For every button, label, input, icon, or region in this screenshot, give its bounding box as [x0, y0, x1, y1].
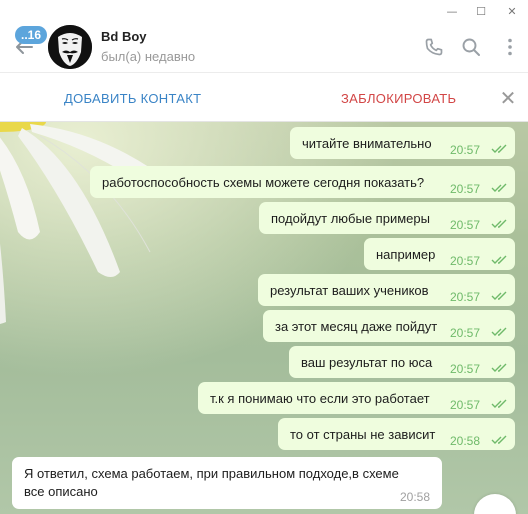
phone-icon: [425, 38, 443, 56]
message-time: 20:57: [450, 362, 481, 376]
double-check-icon: [491, 255, 507, 264]
call-button[interactable]: [422, 35, 446, 59]
message-time: 20:57: [450, 254, 481, 268]
double-check-icon: [491, 183, 507, 192]
message-text: например: [376, 247, 436, 262]
message-bubble[interactable]: т.к я понимаю что если это работает 20:5…: [198, 382, 515, 414]
contact-name[interactable]: Bd Boy: [101, 29, 147, 44]
contact-status: был(а) недавно: [101, 49, 196, 64]
maximize-button[interactable]: ☐: [467, 0, 495, 22]
message-time: 20:57: [450, 326, 481, 340]
message-text: за этот месяц даже пойдут: [275, 319, 438, 334]
message-time: 20:58: [450, 434, 481, 448]
incoming-message-bubble[interactable]: Я ответил, схема работаем, при правильно…: [12, 457, 442, 509]
double-check-icon: [491, 435, 507, 444]
message-bubble[interactable]: за этот месяц даже пойдут 20:57: [263, 310, 515, 342]
block-user-button[interactable]: ЗАБЛОКИРОВАТЬ: [341, 91, 456, 106]
message-time: 20:57: [450, 182, 481, 196]
message-text-line-1: Я ответил, схема работаем, при правильно…: [24, 466, 399, 481]
chat-area[interactable]: читайте внимательно 20:57 работоспособно…: [0, 122, 528, 514]
double-check-icon: [491, 144, 507, 153]
message-time: 20:57: [450, 290, 481, 304]
message-text-line-2: все описано: [24, 484, 98, 499]
search-icon: [462, 38, 480, 56]
message-time: 20:58: [400, 490, 431, 504]
double-check-icon: [491, 399, 507, 408]
more-vertical-icon: [508, 38, 512, 56]
message-time: 20:57: [450, 218, 481, 232]
close-action-bar-button[interactable]: ✕: [496, 86, 520, 110]
message-bubble[interactable]: читайте внимательно 20:57: [290, 127, 515, 159]
more-button[interactable]: [498, 35, 522, 59]
double-check-icon: [491, 219, 507, 228]
double-check-icon: [491, 327, 507, 336]
minimize-button[interactable]: —: [438, 0, 466, 22]
message-time: 20:57: [450, 143, 481, 157]
window-titlebar: — ☐ ✕: [0, 0, 528, 22]
double-check-icon: [491, 363, 507, 372]
add-contact-button[interactable]: ДОБАВИТЬ КОНТАКТ: [64, 91, 201, 106]
mask-avatar-icon: [48, 25, 92, 69]
chat-header: ..16 Bd Boy был(а) недавно: [0, 22, 528, 72]
message-bubble[interactable]: подойдут любые примеры 20:57: [259, 202, 515, 234]
double-check-icon: [491, 291, 507, 300]
message-bubble[interactable]: то от страны не зависит 20:58: [278, 418, 515, 450]
message-text: работоспособность схемы можете сегодня п…: [102, 175, 425, 190]
message-text: подойдут любые примеры: [271, 211, 430, 226]
contact-action-bar: ДОБАВИТЬ КОНТАКТ ЗАБЛОКИРОВАТЬ ✕: [0, 72, 528, 122]
search-button[interactable]: [459, 35, 483, 59]
message-text: то от страны не зависит: [290, 427, 436, 442]
message-bubble[interactable]: например 20:57: [364, 238, 515, 270]
message-text: результат ваших учеников: [270, 283, 429, 298]
avatar[interactable]: [48, 25, 92, 69]
close-window-button[interactable]: ✕: [498, 0, 526, 22]
message-text: ваш результат по юса: [301, 355, 433, 370]
message-bubble[interactable]: работоспособность схемы можете сегодня п…: [90, 166, 515, 198]
message-text: т.к я понимаю что если это работает: [210, 391, 430, 406]
message-time: 20:57: [450, 398, 481, 412]
message-bubble[interactable]: результат ваших учеников 20:57: [258, 274, 515, 306]
message-bubble[interactable]: ваш результат по юса 20:57: [289, 346, 515, 378]
message-text: читайте внимательно: [302, 136, 432, 151]
unread-badge: ..16: [15, 26, 47, 44]
